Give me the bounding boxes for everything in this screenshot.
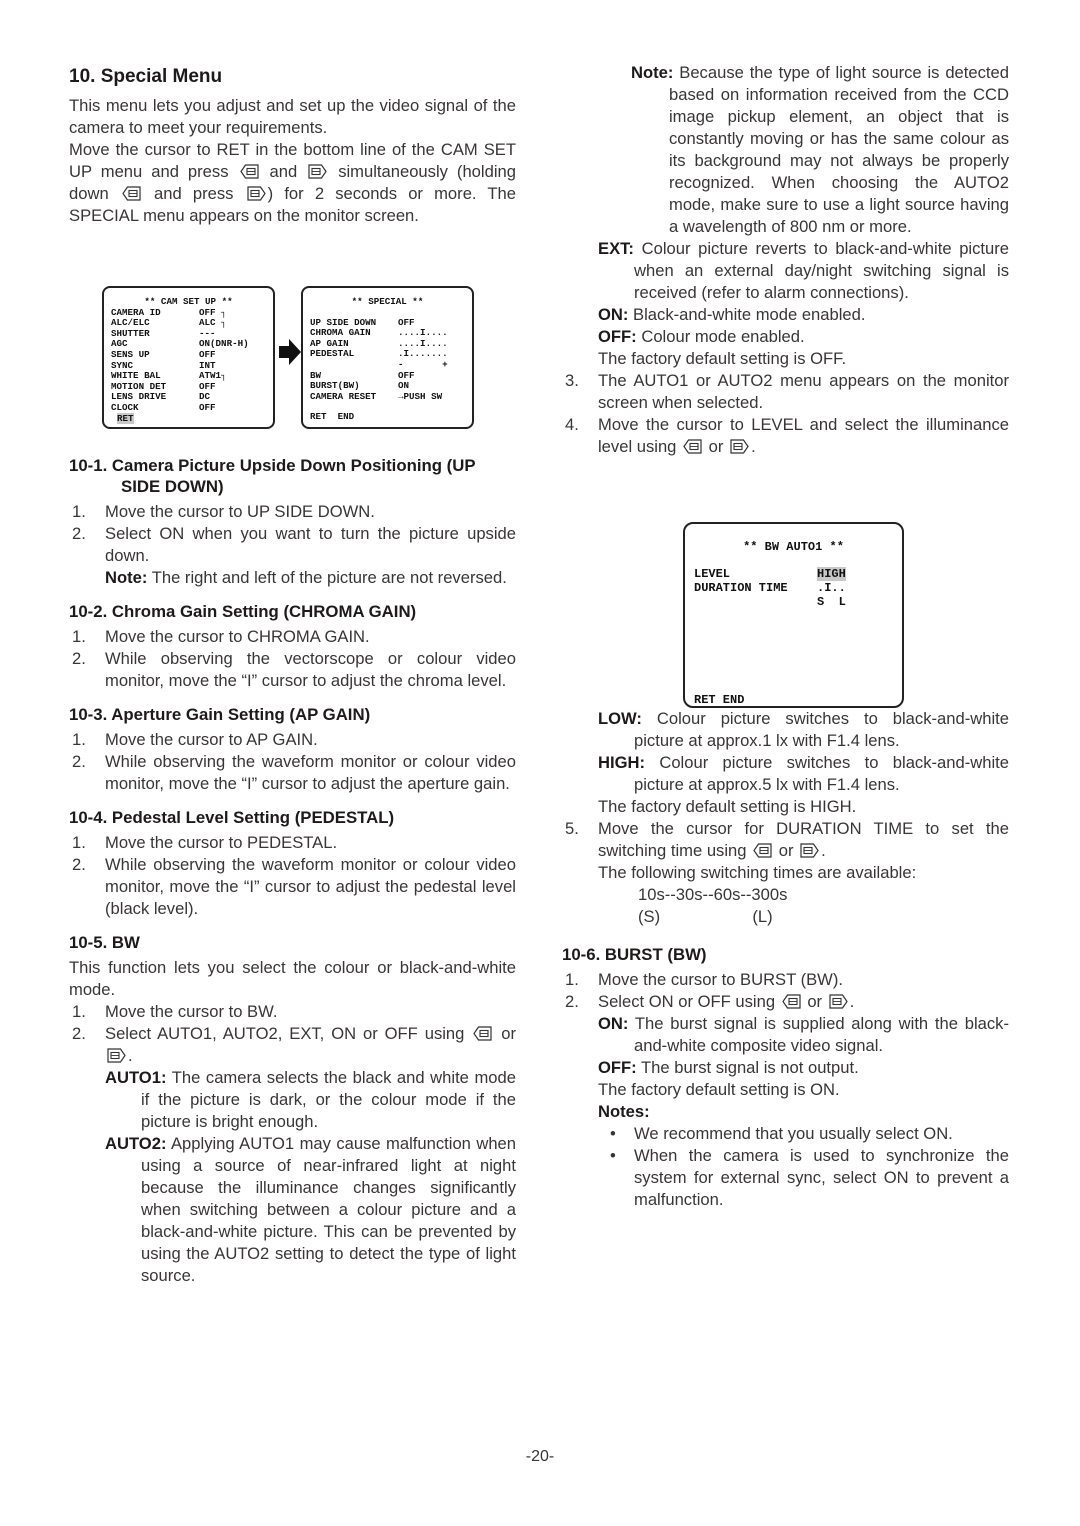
auto2-definition: AUTO2: Applying AUTO1 may cause malfunct… bbox=[105, 1134, 516, 1285]
special-menu-screen: ** SPECIAL ** UP SIDE DOWN OFF CHROMA GAIN… bbox=[301, 286, 474, 429]
right-button-icon bbox=[107, 1048, 126, 1063]
list-item: 2. Select AUTO1, AUTO2, EXT, ON or OFF us… bbox=[72, 1024, 516, 1065]
cam-setup-ret: RET bbox=[117, 412, 134, 424]
menu-row-value: - + bbox=[398, 358, 448, 370]
special-menu-title: ** SPECIAL ** bbox=[351, 296, 424, 307]
burst-on-definition: ON: The burst signal is supplied along w… bbox=[598, 1014, 1010, 1055]
bw-auto1-menu-screen: ** BW AUTO1 ** LEVEL HIGH DURATION TIME .I… bbox=[683, 522, 904, 708]
note-bullet: • We recommend that you usually select ON… bbox=[610, 1124, 953, 1143]
bw-default: The factory default setting is OFF. bbox=[598, 349, 847, 368]
menu-row-label: PEDESTAL bbox=[310, 348, 355, 360]
heading-10-4: 10-4. Pedestal Level Setting (PEDESTAL) bbox=[69, 808, 395, 827]
menu-row: CLOCK OFF bbox=[111, 401, 273, 414]
left-button-icon bbox=[683, 439, 702, 454]
list-item: 2. Select ON when you want to turn the pi… bbox=[72, 524, 516, 565]
list-item: 2. While observing the waveform monitor o… bbox=[72, 855, 516, 918]
bw-duration-scale: S L bbox=[817, 595, 846, 609]
menu-row: - + bbox=[310, 358, 472, 371]
high-definition: HIGH: Colour picture switches to black-a… bbox=[598, 753, 1009, 794]
left-button-icon bbox=[473, 1026, 492, 1041]
heading-10-3: 10-3. Aperture Gain Setting (AP GAIN) bbox=[69, 705, 371, 724]
section-title: 10. Special Menu bbox=[69, 66, 223, 87]
page-number: -20- bbox=[525, 1448, 555, 1465]
bw-duration-row: DURATION TIME .I.. bbox=[694, 581, 846, 595]
list-item: 1. Move the cursor to BW. bbox=[72, 1002, 278, 1021]
list-item: 1. Move the cursor to AP GAIN. bbox=[72, 730, 318, 749]
list-item: 2. While observing the waveform monitor o… bbox=[72, 752, 516, 793]
auto2-note: Note: Because the type of light source i… bbox=[631, 63, 1009, 236]
menu-row: CAMERA RESET →PUSH SW bbox=[310, 390, 472, 403]
section-instructions: Move the cursor to RET in the bottom lin… bbox=[69, 140, 516, 225]
list-item: 5. Move the cursor for DURATION TIME to s… bbox=[565, 819, 1009, 860]
auto1-definition: AUTO1: The camera selects the black and … bbox=[105, 1068, 516, 1131]
level-default: The factory default setting is HIGH. bbox=[598, 797, 857, 816]
burst-default: The factory default setting is ON. bbox=[598, 1080, 840, 1099]
menu-row-label: CAMERA RESET bbox=[310, 390, 377, 402]
list-item: 1. Move the cursor to CHROMA GAIN. bbox=[72, 627, 370, 646]
heading-10-1: 10-1. Camera Picture Upside Down Positio… bbox=[69, 456, 476, 496]
right-button-icon bbox=[247, 186, 266, 201]
menu-row-label: CLOCK bbox=[111, 401, 139, 413]
list-item: 3. The AUTO1 or AUTO2 menu appears on the… bbox=[565, 371, 1009, 412]
left-button-icon bbox=[753, 843, 772, 858]
left-button-icon bbox=[782, 994, 801, 1009]
right-button-icon bbox=[730, 439, 749, 454]
left-column: 10. Special Menu This menu lets you adju… bbox=[69, 62, 516, 1287]
low-definition: LOW: Colour picture switches to black-an… bbox=[598, 709, 1009, 750]
ext-definition: EXT: Colour picture reverts to black-and… bbox=[598, 239, 1009, 302]
right-button-icon bbox=[829, 994, 848, 1009]
list-item: 4. Move the cursor to LEVEL and select th… bbox=[565, 415, 1009, 456]
bw-auto1-title: ** BW AUTO1 ** bbox=[743, 540, 844, 554]
bw-level-row: LEVEL HIGH bbox=[694, 567, 846, 581]
right-button-icon bbox=[308, 164, 327, 179]
burst-off-definition: OFF: The burst signal is not output. bbox=[598, 1058, 859, 1077]
off-definition: OFF: Colour mode enabled. bbox=[598, 327, 805, 346]
notes-label: Notes: bbox=[598, 1102, 650, 1121]
on-definition: ON: Black-and-white mode enabled. bbox=[598, 305, 866, 324]
menu-row: SHUTTER --- bbox=[111, 328, 273, 340]
menu-row-value: →PUSH SW bbox=[398, 390, 443, 402]
list-item: 2. Select ON or OFF using or . bbox=[565, 992, 855, 1011]
cam-setup-menu-screen: ** CAM SET UP ** CAMERA ID OFF ┐ ALC/ELC AL… bbox=[102, 286, 275, 429]
bw-intro: This function lets you select the colour… bbox=[69, 958, 516, 999]
bw-auto1-footer: RET END bbox=[694, 693, 745, 707]
heading-10-2: 10-2. Chroma Gain Setting (CHROMA GAIN) bbox=[69, 602, 417, 621]
menu-row-label bbox=[310, 360, 398, 371]
menu-row-value: OFF bbox=[199, 401, 216, 413]
special-menu-footer: RET END bbox=[310, 411, 355, 423]
switching-times-scale: (S) (L) bbox=[638, 907, 773, 926]
section-intro: This menu lets you adjust and set up the… bbox=[69, 96, 516, 137]
right-button-icon bbox=[800, 843, 819, 858]
times-intro: The following switching times are availa… bbox=[598, 863, 917, 882]
list-item: 2. While observing the vectorscope or col… bbox=[72, 649, 516, 690]
menu-row-label: SENS UP bbox=[111, 348, 150, 360]
menu-row-value: OFF bbox=[199, 348, 216, 360]
cam-setup-title: ** CAM SET UP ** bbox=[144, 296, 233, 307]
arrow-right-icon bbox=[279, 339, 301, 365]
left-button-icon bbox=[122, 186, 141, 201]
note-bullet: • When the camera is used to synchronize … bbox=[610, 1146, 1009, 1209]
menu-row: SENS UP OFF bbox=[111, 348, 273, 361]
list-item: 1. Move the cursor to PEDESTAL. bbox=[72, 833, 338, 852]
heading-10-6: 10-6. BURST (BW) bbox=[562, 945, 707, 964]
list-item: 1. Move the cursor to UP SIDE DOWN. bbox=[72, 502, 375, 521]
list-item: 1. Move the cursor to BURST (BW). bbox=[565, 970, 843, 989]
heading-10-5: 10-5. BW bbox=[69, 933, 140, 952]
left-button-icon bbox=[240, 164, 259, 179]
note: Note: The right and left of the picture … bbox=[105, 568, 507, 587]
switching-times: 10s--30s--60s--300s bbox=[638, 885, 788, 904]
